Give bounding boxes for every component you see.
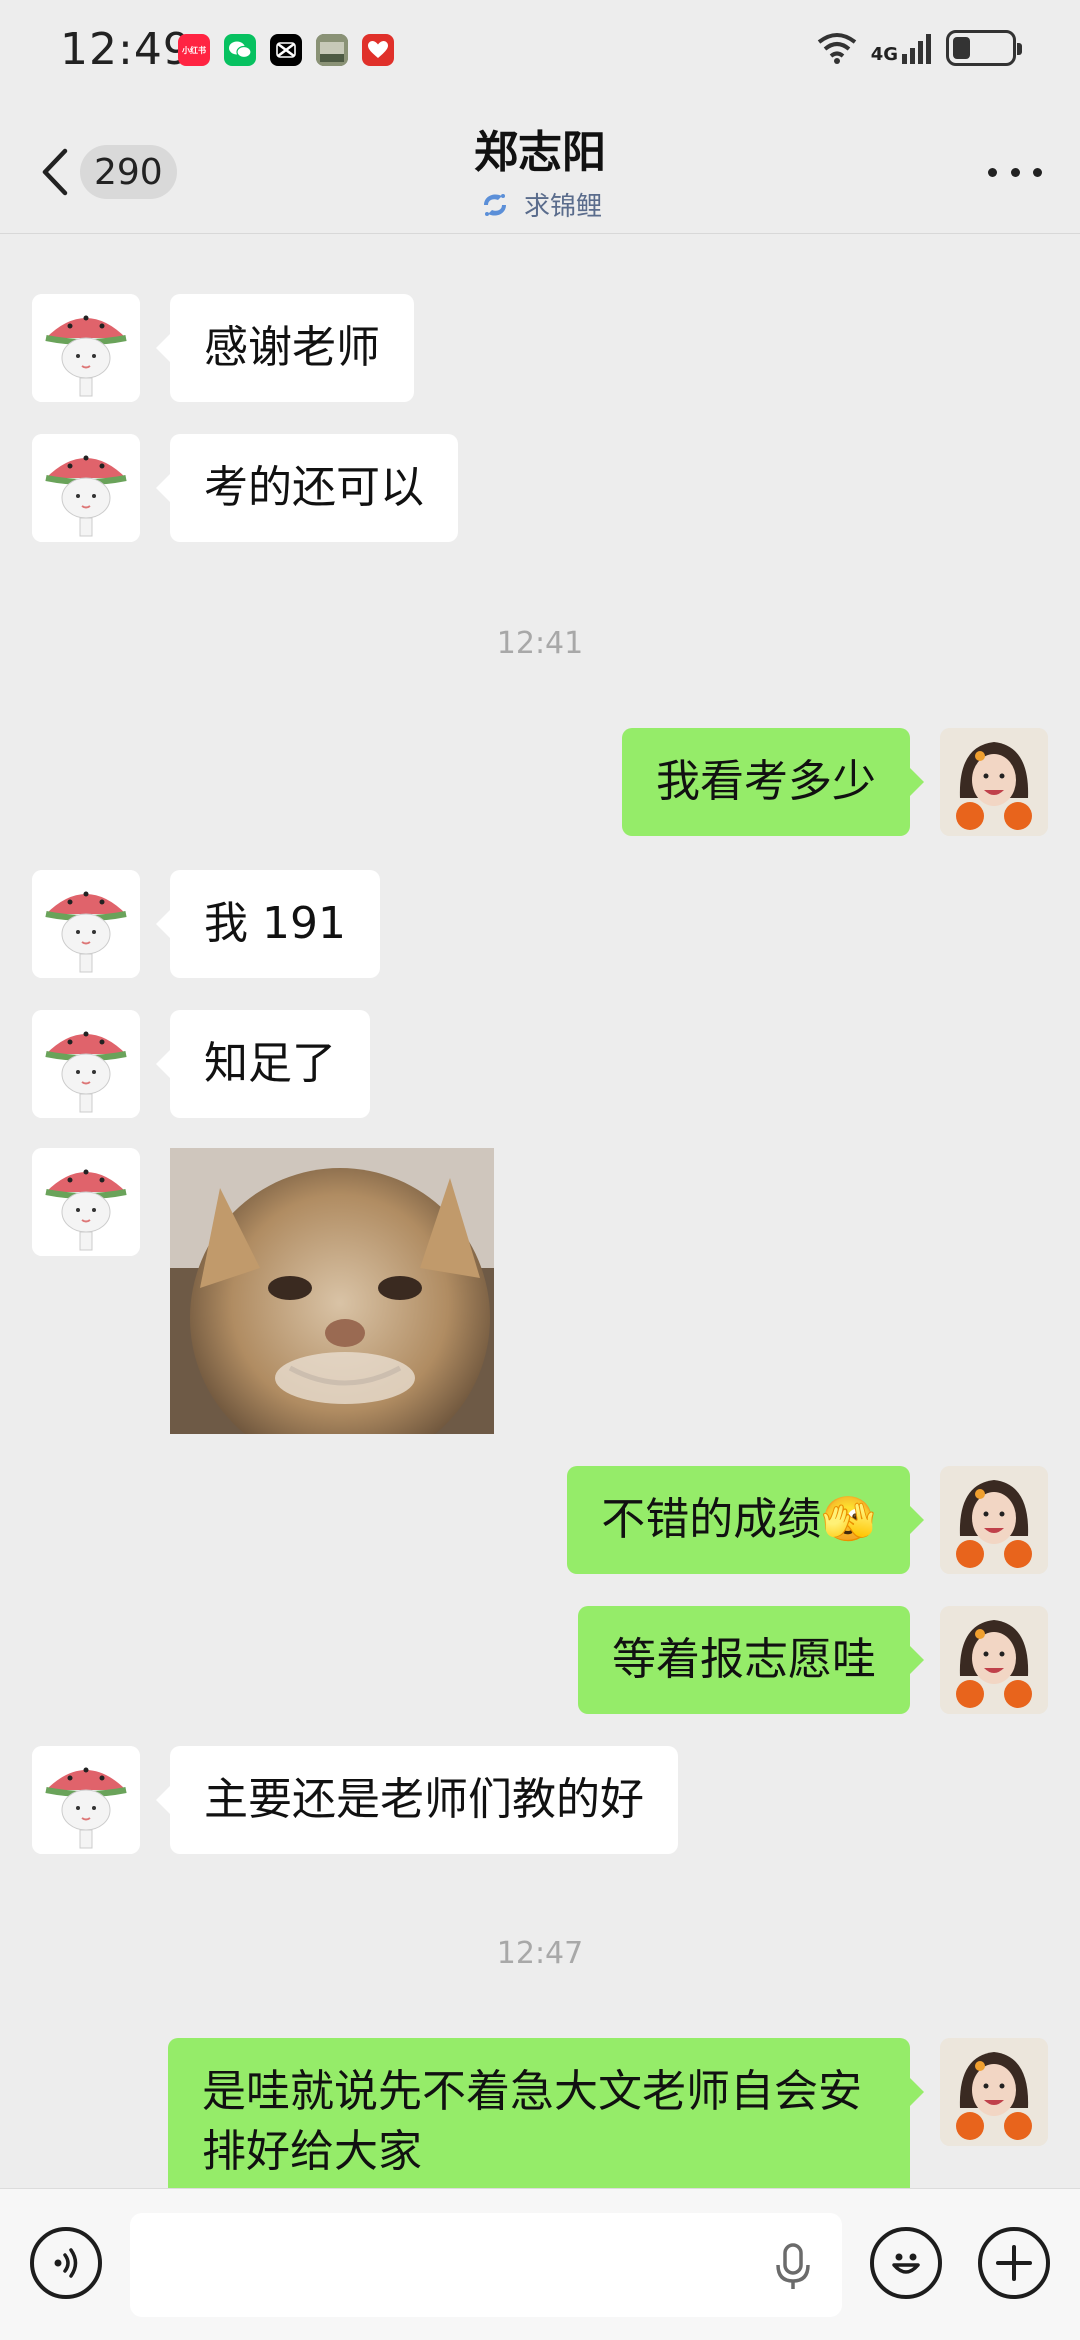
emoji-button[interactable] xyxy=(870,2227,942,2299)
battery-level xyxy=(953,37,970,59)
message-row: 我 191 xyxy=(0,870,1080,980)
microphone-icon xyxy=(776,2243,810,2289)
message-row: 我看考多少 xyxy=(0,728,1080,838)
message-timestamp: 12:41 xyxy=(496,626,584,661)
message-list[interactable]: 感谢老师 考的还可以 12:41 我看考多少 我 191 知足了 不错的成绩🫣 … xyxy=(0,234,1080,2188)
network-label: 4G xyxy=(870,44,898,65)
contact-avatar[interactable] xyxy=(32,870,140,978)
message-row: 是哇就说先不着急大文老师自会安排好给大家 xyxy=(0,2038,1080,2188)
status-bar: 12:49 小红书 4G xyxy=(0,0,1080,110)
contact-avatar[interactable] xyxy=(32,434,140,542)
message-text: 不错的成绩 xyxy=(601,1494,822,1545)
more-dot xyxy=(1033,167,1042,177)
wechat-icon xyxy=(224,34,256,66)
my-avatar[interactable] xyxy=(940,1606,1048,1714)
more-dot xyxy=(988,167,997,177)
input-bar xyxy=(0,2188,1080,2340)
my-avatar[interactable] xyxy=(940,2038,1048,2146)
peek-face-emoji: 🫣 xyxy=(821,1494,876,1545)
message-bubble[interactable]: 知足了 xyxy=(156,1010,370,1118)
voice-waves-icon xyxy=(54,2248,78,2278)
signal-icon: 4G xyxy=(871,32,932,64)
message-row: 不错的成绩🫣 xyxy=(0,1466,1080,1576)
more-dot xyxy=(1010,167,1020,177)
heart-app-icon xyxy=(362,34,394,66)
title-block: 郑志阳 求锦鲤 xyxy=(0,120,1080,224)
contact-avatar[interactable] xyxy=(32,1010,140,1118)
my-avatar[interactable] xyxy=(940,1466,1048,1574)
red-app-label: 小红书 xyxy=(182,45,206,55)
chat-header: 290 郑志阳 求锦鲤 xyxy=(0,110,1080,234)
my-avatar[interactable] xyxy=(940,728,1048,836)
contact-avatar[interactable] xyxy=(32,1746,140,1854)
message-row xyxy=(0,1148,1080,1438)
message-bubble[interactable]: 感谢老师 xyxy=(156,294,414,402)
koi-status-icon xyxy=(483,193,506,216)
more-options-button[interactable] xyxy=(980,150,1050,194)
message-bubble[interactable]: 是哇就说先不着急大文老师自会安排好给大家 xyxy=(168,2038,924,2188)
message-row: 等着报志愿哇 xyxy=(0,1606,1080,1716)
red-app-icon: 小红书 xyxy=(178,34,210,66)
contact-avatar[interactable] xyxy=(32,294,140,402)
photo-thumb-icon xyxy=(316,34,348,66)
message-timestamp: 12:47 xyxy=(496,1936,584,1971)
plus-icon xyxy=(996,2245,1032,2281)
message-row: 感谢老师 xyxy=(0,294,1080,404)
contact-avatar[interactable] xyxy=(32,1148,140,1256)
message-bubble[interactable]: 不错的成绩🫣 xyxy=(567,1466,924,1574)
message-row: 知足了 xyxy=(0,1010,1080,1120)
more-functions-button[interactable] xyxy=(978,2227,1050,2299)
message-bubble[interactable]: 我看考多少 xyxy=(622,728,924,836)
contact-status[interactable]: 求锦鲤 xyxy=(478,186,602,223)
smiley-icon xyxy=(892,2253,920,2274)
cat-photo-message[interactable] xyxy=(170,1148,494,1434)
capcut-icon xyxy=(270,34,302,66)
contact-status-text: 求锦鲤 xyxy=(523,192,602,222)
message-bubble[interactable]: 考的还可以 xyxy=(156,434,458,542)
status-indicators: 4G xyxy=(817,30,1022,66)
message-bubble[interactable]: 等着报志愿哇 xyxy=(578,1606,924,1714)
battery-icon xyxy=(946,30,1022,66)
chat-title[interactable]: 郑志阳 xyxy=(0,120,1080,186)
message-row: 主要还是老师们教的好 xyxy=(0,1746,1080,1856)
message-input[interactable] xyxy=(130,2213,842,2317)
message-bubble[interactable]: 我 191 xyxy=(156,870,380,978)
notification-icons: 小红书 xyxy=(178,34,394,66)
wifi-icon xyxy=(817,33,856,64)
voice-mode-button[interactable] xyxy=(30,2227,102,2299)
status-time: 12:49 xyxy=(60,24,192,75)
mic-button[interactable] xyxy=(768,2241,818,2291)
message-bubble[interactable]: 主要还是老师们教的好 xyxy=(156,1746,678,1854)
message-row: 考的还可以 xyxy=(0,434,1080,544)
